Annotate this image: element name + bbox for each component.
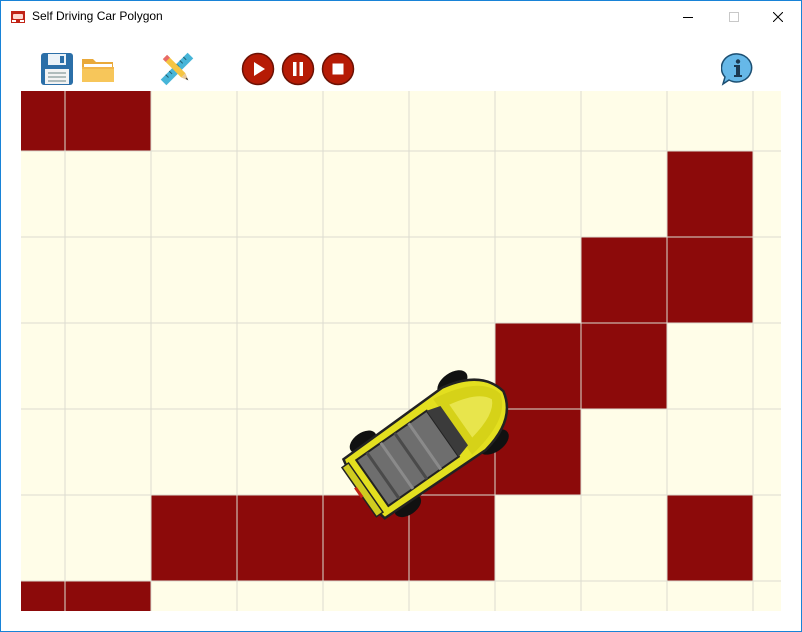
stop-icon[interactable] xyxy=(321,52,355,86)
floppy-disk-icon[interactable] xyxy=(40,52,74,86)
track-grid xyxy=(21,91,781,611)
wall-cell[interactable] xyxy=(667,237,753,323)
window-title: Self Driving Car Polygon xyxy=(32,9,163,23)
close-button[interactable] xyxy=(755,1,801,32)
title-bar: Self Driving Car Polygon xyxy=(1,1,801,32)
app-window: Self Driving Car Polygon xyxy=(0,0,802,632)
wall-cell[interactable] xyxy=(581,323,667,409)
wall-cell[interactable] xyxy=(237,495,323,581)
wall-cell[interactable] xyxy=(21,581,65,611)
ruler-pencil-icon[interactable] xyxy=(160,52,194,86)
wall-cell[interactable] xyxy=(581,237,667,323)
minimize-button[interactable] xyxy=(665,1,711,32)
app-icon xyxy=(11,11,25,23)
wall-cell[interactable] xyxy=(151,495,237,581)
folder-icon[interactable] xyxy=(81,52,115,86)
map-canvas[interactable] xyxy=(21,91,781,611)
toolbar xyxy=(1,32,801,91)
wall-cell[interactable] xyxy=(409,495,495,581)
wall-cell[interactable] xyxy=(495,409,581,495)
wall-cell[interactable] xyxy=(65,91,151,151)
wall-cell[interactable] xyxy=(65,581,151,611)
wall-cell[interactable] xyxy=(667,495,753,581)
play-icon[interactable] xyxy=(241,52,275,86)
minimize-icon xyxy=(683,16,693,18)
pause-icon[interactable] xyxy=(281,52,315,86)
info-bubble-icon[interactable] xyxy=(721,52,755,86)
wall-cell[interactable] xyxy=(495,323,581,409)
wall-cell[interactable] xyxy=(667,151,753,237)
wall-cell[interactable] xyxy=(21,91,65,151)
maximize-button[interactable] xyxy=(711,1,757,32)
close-icon xyxy=(773,11,783,22)
maximize-icon xyxy=(729,11,739,22)
